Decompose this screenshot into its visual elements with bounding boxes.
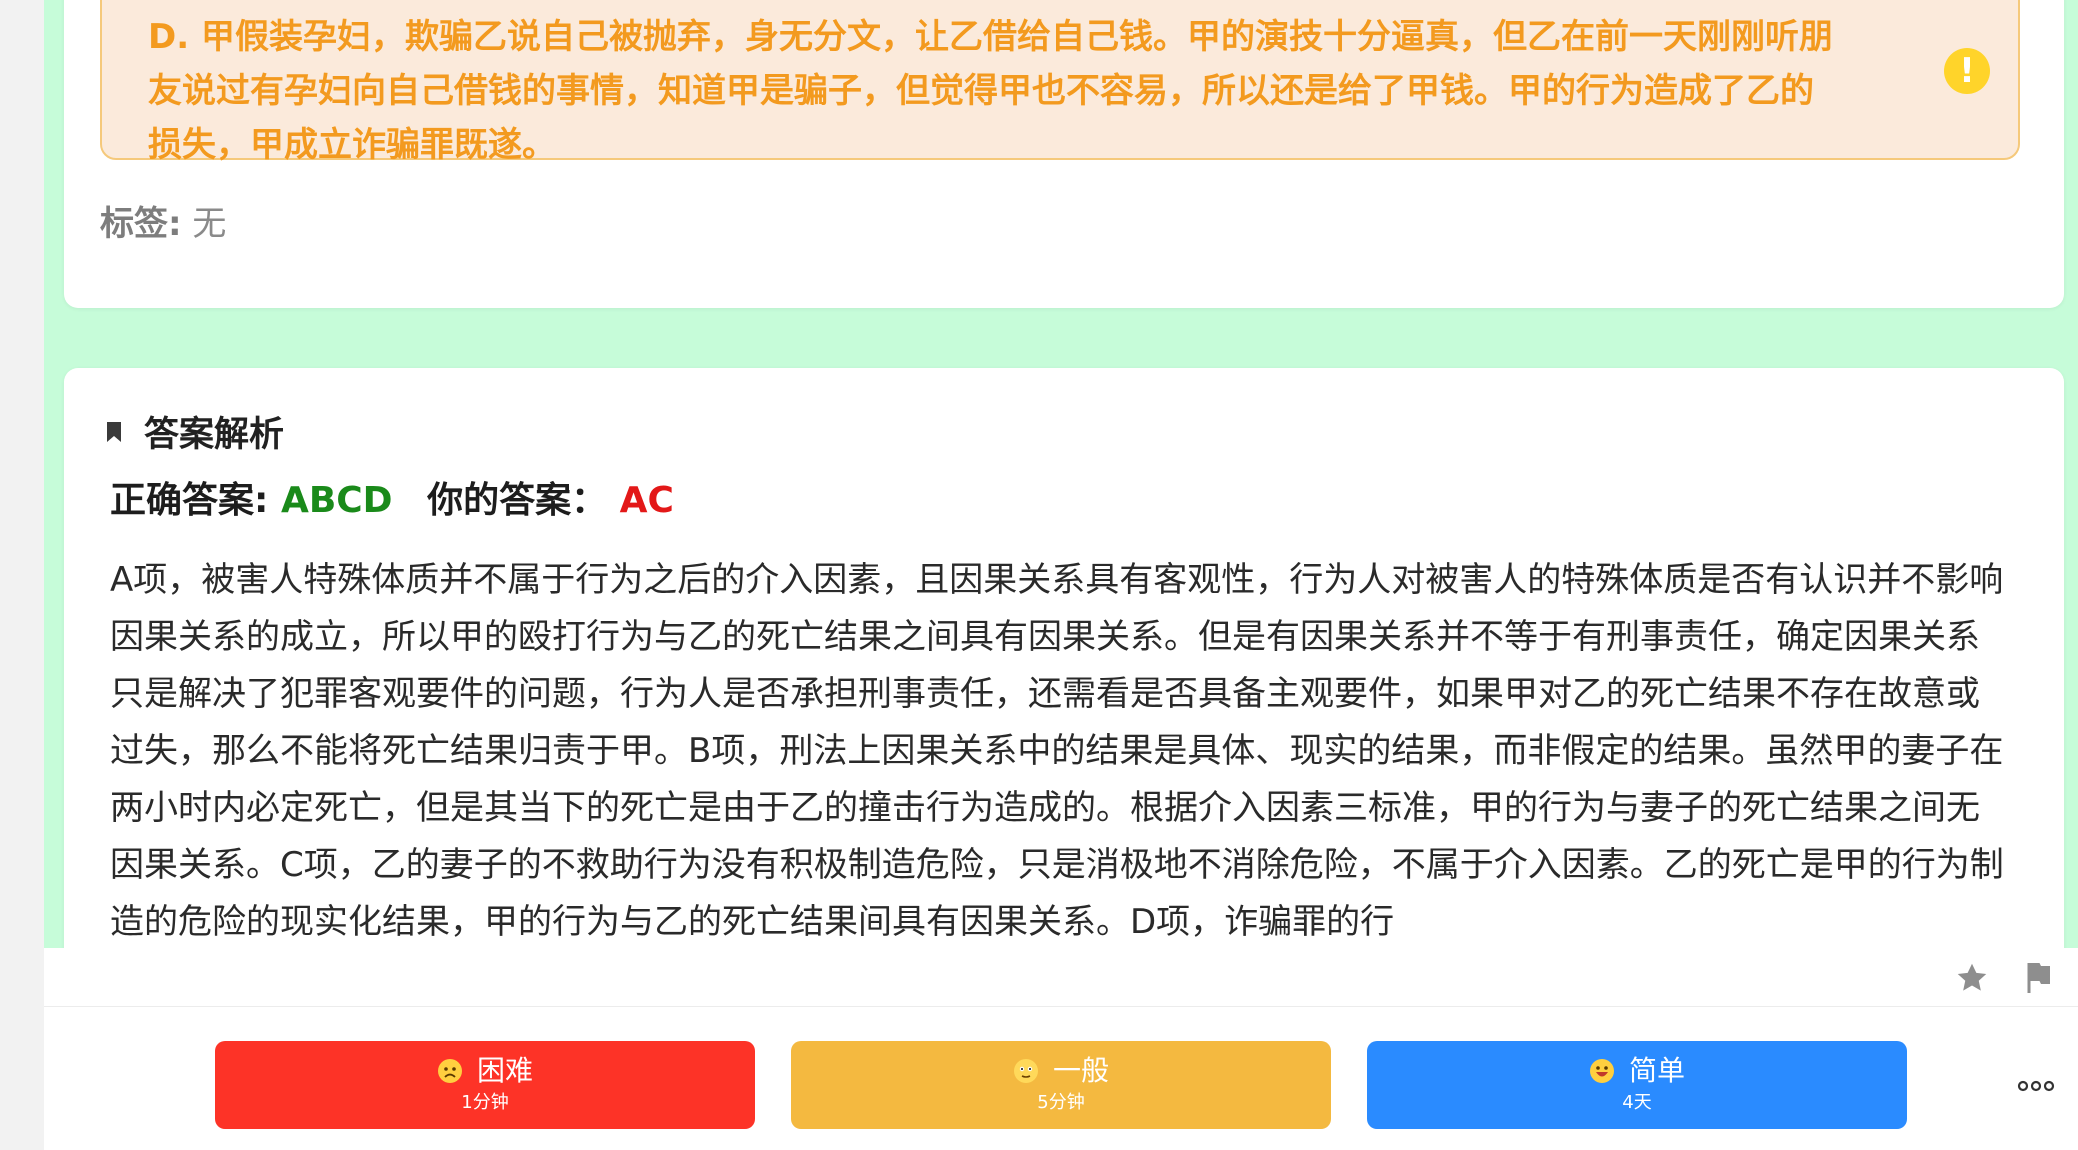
your-answer-value: AC bbox=[619, 480, 674, 521]
rating-bar: 困难 1分钟 一般 5分钟 简单 4天 bbox=[44, 1006, 2078, 1150]
answer-line: 正确答案: ABCD 你的答案： AC bbox=[110, 476, 674, 526]
tags-value: 无 bbox=[192, 204, 227, 244]
analysis-text: A项，被害人特殊体质并不属于行为之后的介入因素，且因果关系具有客观性，行为人对被… bbox=[110, 560, 2004, 942]
easy-button-main: 简单 bbox=[1367, 1051, 1907, 1091]
happy-face-icon bbox=[1589, 1059, 1614, 1083]
easy-interval: 4天 bbox=[1622, 1092, 1652, 1113]
star-icon[interactable] bbox=[1954, 960, 1990, 996]
easy-label: 简单 bbox=[1628, 1054, 1685, 1087]
more-icon[interactable] bbox=[2016, 1077, 2056, 1092]
warning-icon: ! bbox=[1944, 48, 1990, 94]
medium-button[interactable]: 一般 5分钟 bbox=[791, 1041, 1331, 1129]
hard-button[interactable]: 困难 1分钟 bbox=[215, 1041, 755, 1129]
neutral-face-icon bbox=[1013, 1059, 1038, 1083]
flag-icon[interactable] bbox=[2020, 960, 2056, 996]
analysis-card: 答案解析 正确答案: ABCD 你的答案： AC A项，被害人特殊体质并不属于行… bbox=[64, 368, 2064, 948]
sad-face-icon bbox=[437, 1059, 462, 1083]
medium-label: 一般 bbox=[1052, 1054, 1109, 1087]
medium-button-main: 一般 bbox=[791, 1051, 1331, 1091]
correct-answer-label: 正确答案: bbox=[110, 480, 269, 521]
hard-interval: 1分钟 bbox=[461, 1092, 509, 1113]
bookmark-icon bbox=[106, 421, 122, 443]
tags-row: 标签: 无 bbox=[100, 200, 226, 248]
medium-interval: 5分钟 bbox=[1037, 1092, 1085, 1113]
question-card: D. 甲假装孕妇，欺骗乙说自己被抛弃，身无分文，让乙借给自己钱。甲的演技十分逼真… bbox=[64, 0, 2064, 308]
easy-button[interactable]: 简单 4天 bbox=[1367, 1041, 1907, 1129]
card-toolbar bbox=[44, 948, 2078, 1006]
hard-button-main: 困难 bbox=[215, 1051, 755, 1091]
option-d[interactable]: D. 甲假装孕妇，欺骗乙说自己被抛弃，身无分文，让乙借给自己钱。甲的演技十分逼真… bbox=[100, 0, 2020, 165]
analysis-title: 答案解析 bbox=[144, 415, 285, 455]
your-answer-label: 你的答案： bbox=[427, 480, 608, 521]
tags-label: 标签: bbox=[100, 204, 182, 244]
analysis-header: 答案解析 bbox=[106, 406, 284, 457]
option-d-text: D. 甲假装孕妇，欺骗乙说自己被抛弃，身无分文，让乙借给自己钱。甲的演技十分逼真… bbox=[148, 17, 1833, 165]
hard-label: 困难 bbox=[476, 1054, 533, 1087]
content-area: D. 甲假装孕妇，欺骗乙说自己被抛弃，身无分文，让乙借给自己钱。甲的演技十分逼真… bbox=[44, 0, 2078, 948]
correct-answer-value: ABCD bbox=[280, 480, 393, 521]
